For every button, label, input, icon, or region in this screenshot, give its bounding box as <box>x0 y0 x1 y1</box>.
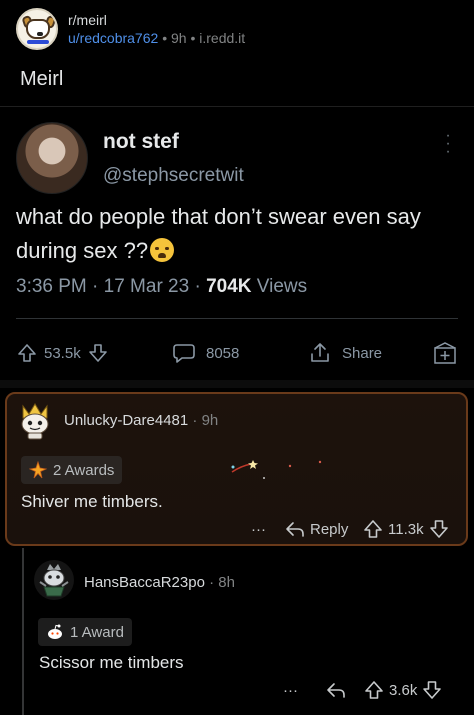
upvote-icon <box>18 344 36 362</box>
upvote-icon[interactable] <box>364 680 384 700</box>
subreddit-name[interactable]: r/meirl <box>68 12 245 28</box>
comment-age: 8h <box>218 574 235 591</box>
comment-avatar[interactable] <box>34 560 74 600</box>
post-byline: u/redcobra762 • 9h • i.redd.it <box>68 30 245 46</box>
snoo-avatar-icon <box>39 564 69 597</box>
post-meta: r/meirl u/redcobra762 • 9h • i.redd.it <box>68 12 245 46</box>
tweet-display-name: not stef <box>103 130 179 153</box>
tweet-body: what do people that don’t swear even say… <box>16 204 421 263</box>
snoo-avatar-icon <box>21 403 49 440</box>
award-burst-icon <box>29 461 47 479</box>
sparkle-icon <box>231 460 322 479</box>
share-icon <box>311 343 329 362</box>
reply-button[interactable] <box>326 677 346 703</box>
gift-icon <box>434 342 456 364</box>
comment-avatar[interactable] <box>17 400 53 440</box>
tweet-timestamp: 3:36 PM · 17 Mar 23 · <box>16 276 207 297</box>
divider <box>0 380 474 388</box>
separator: • <box>190 30 196 46</box>
snoo-award-icon <box>48 624 62 639</box>
divider <box>0 106 474 107</box>
more-dots-icon: ··· <box>283 681 298 699</box>
comment-score: 11.3k <box>388 520 424 538</box>
tweet-comments: 8058 <box>172 338 239 368</box>
tweet-avatar <box>16 122 88 194</box>
comment-body: Scissor me timbers <box>39 653 184 672</box>
tweet-vote: 53.5k <box>16 338 109 368</box>
vote-controls: 11.3k <box>363 516 449 542</box>
dog-nose-icon <box>37 32 43 36</box>
crying-face-icon <box>150 238 175 262</box>
tweet-views-count: 704K <box>206 276 252 297</box>
more-dots-icon: ··· <box>251 520 266 538</box>
post-domain[interactable]: i.redd.it <box>199 30 245 46</box>
tweet-add <box>432 338 458 368</box>
tweet-share-label: Share <box>342 344 383 362</box>
tweet-views-label: Views <box>251 276 308 297</box>
comment-score: 3.6k <box>389 681 418 699</box>
upvote-icon[interactable] <box>363 519 383 539</box>
comment-highlighted[interactable]: Unlucky-Dare4481 · 9h 2 Awards Shiver me… <box>5 392 468 546</box>
tweet-likes: 53.5k <box>44 344 81 362</box>
post-title[interactable]: Meirl <box>20 68 63 91</box>
reply-icon <box>286 522 304 537</box>
post-header: r/meirl u/redcobra762 • 9h • i.redd.it <box>16 8 245 50</box>
more-vertical-icon: · · · <box>445 127 451 160</box>
reply-icon <box>327 683 345 698</box>
awards-badge[interactable]: 1 Award <box>38 618 132 646</box>
more-options-button[interactable]: ··· <box>283 677 298 703</box>
reply-label: Reply <box>310 520 349 538</box>
tweet-comment-count: 8058 <box>206 344 240 362</box>
comment-icon <box>173 344 195 363</box>
post-author[interactable]: u/redcobra762 <box>68 30 158 46</box>
downvote-icon[interactable] <box>422 680 442 700</box>
comment-header: HansBaccaR23po · 8h <box>84 574 235 591</box>
tweet-share: Share <box>308 338 382 368</box>
dog-collar-icon <box>27 40 49 44</box>
comment-body: Shiver me timbers. <box>21 492 163 511</box>
awards-badge[interactable]: 2 Awards <box>21 456 123 484</box>
dog-head-icon <box>26 19 50 39</box>
tweet-meta: 3:36 PM · 17 Mar 23 · 704K Views <box>16 276 307 298</box>
reply-button[interactable]: Reply <box>285 516 348 542</box>
comment-actions: ··· Reply 11.3k <box>7 516 466 542</box>
comment-age: 9h <box>201 412 219 429</box>
comment-actions: ··· 3.6k <box>0 677 474 703</box>
tweet-text: what do people that don’t swear even say… <box>16 200 456 268</box>
tweet-handle: @stephsecretwit <box>103 165 244 186</box>
more-options-button[interactable]: ··· <box>251 516 266 542</box>
subreddit-avatar[interactable] <box>16 8 58 50</box>
separator: • <box>162 30 168 46</box>
downvote-icon[interactable] <box>429 519 449 539</box>
downvote-icon <box>88 344 107 362</box>
awards-count: 2 Awards <box>53 461 115 479</box>
divider <box>16 318 458 319</box>
comment-username[interactable]: HansBaccaR23po <box>84 574 205 591</box>
post-image-tweet[interactable]: not stef @stephsecretwit · · · what do peo… <box>0 112 474 380</box>
comment-username[interactable]: Unlucky-Dare4481 <box>64 412 188 429</box>
post-age: 9h <box>170 30 187 46</box>
comment-header: Unlucky-Dare4481 · 9h <box>64 412 219 429</box>
tweet-actions: 53.5k 8058 Share <box>0 338 474 368</box>
awards-count: 1 Award <box>70 623 124 641</box>
vote-controls: 3.6k <box>364 677 442 703</box>
